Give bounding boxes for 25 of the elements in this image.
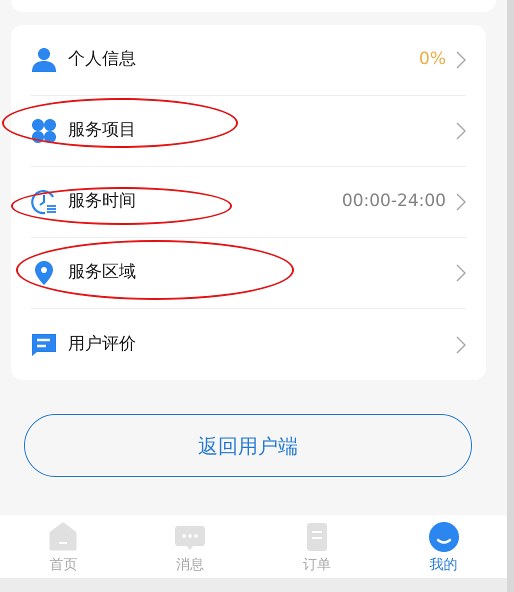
- home-icon: [47, 521, 80, 553]
- menu-value: 00:00-24:00: [342, 190, 446, 214]
- chevron-icon: [456, 122, 466, 140]
- clock-icon: [31, 189, 57, 215]
- menu-item[interactable]: 服务项目: [31, 96, 466, 167]
- menu-label: 服务时间: [68, 190, 136, 214]
- chevron-icon: [456, 264, 466, 282]
- tab[interactable]: 我的: [380, 515, 507, 578]
- menu-item[interactable]: 服务时间 00:00-24:00: [31, 167, 466, 238]
- smiley-icon: [428, 521, 460, 553]
- chevron-icon: [456, 336, 466, 354]
- chevron-icon: [456, 51, 466, 69]
- menu-label: 服务区域: [68, 261, 136, 284]
- return-button[interactable]: 返回用户端: [24, 414, 472, 477]
- chevron-icon: [456, 193, 466, 211]
- menu-label: 用户评价: [68, 332, 136, 356]
- menu-label: 服务项目: [68, 119, 136, 142]
- menu-item[interactable]: 个人信息 0%: [31, 25, 466, 96]
- menu-item[interactable]: 用户评价: [31, 309, 466, 380]
- menu-item[interactable]: 服务区域: [31, 238, 466, 309]
- comment-icon: [31, 332, 57, 358]
- menu-value: 0%: [419, 48, 446, 72]
- menu-label: 个人信息: [68, 48, 136, 72]
- grid-icon: [31, 118, 57, 144]
- person-icon: [31, 47, 57, 73]
